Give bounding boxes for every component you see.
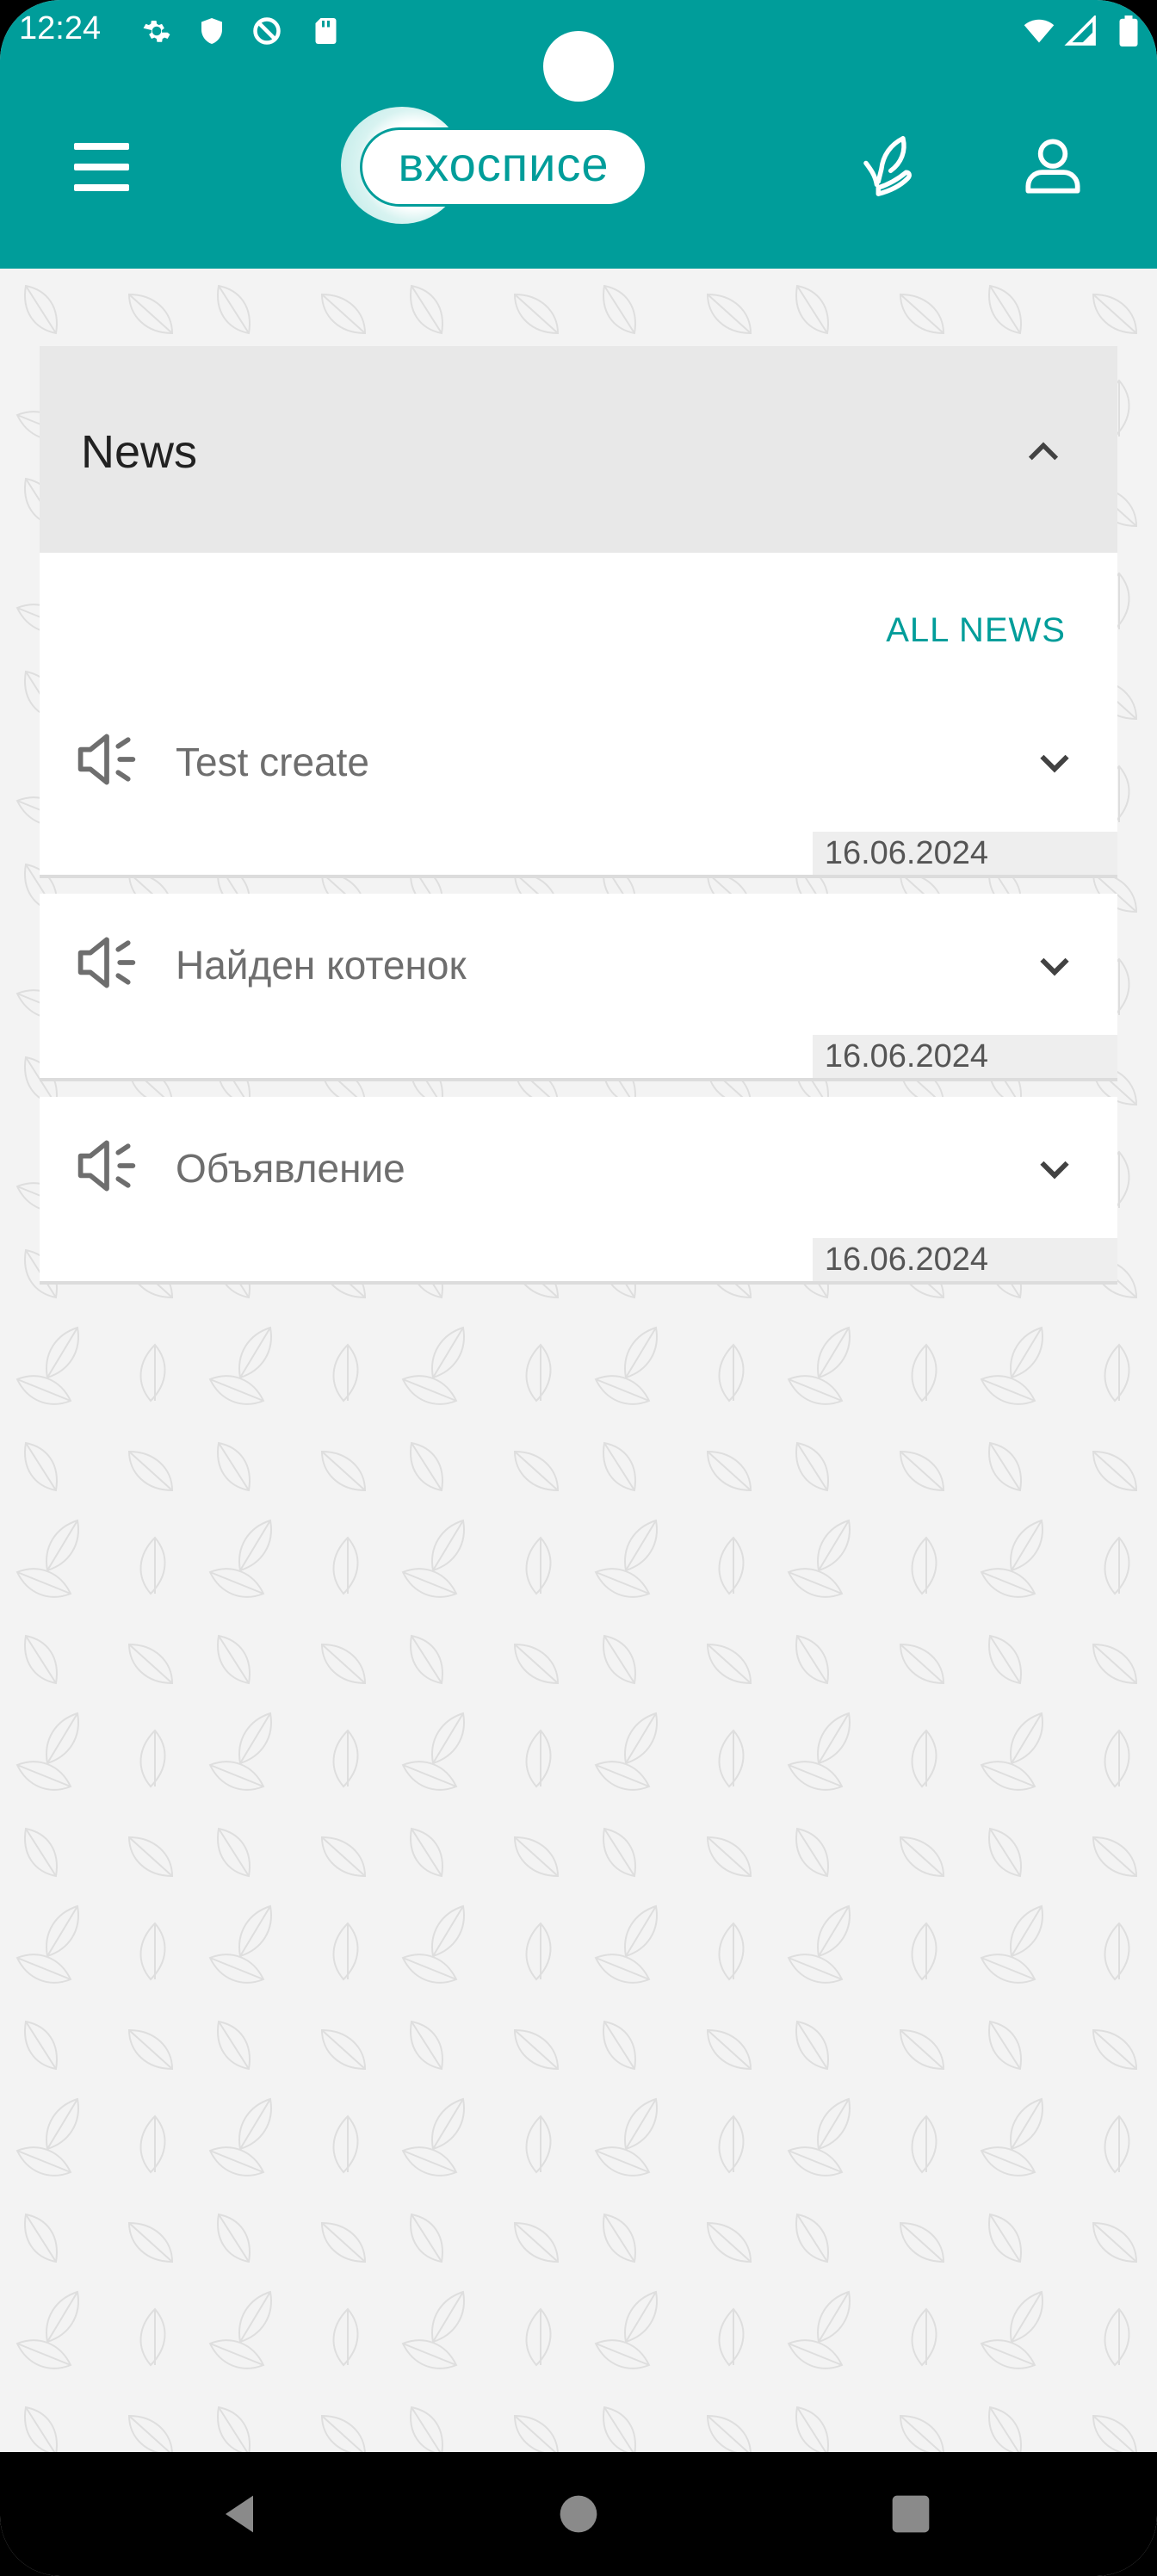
news-item-date: 16.06.2024	[812, 832, 1117, 875]
news-item-date: 16.06.2024	[812, 1035, 1117, 1078]
megaphone-icon	[77, 1140, 136, 1192]
system-navigation-bar	[0, 2452, 1157, 2576]
menu-icon	[74, 143, 129, 150]
phone-screen: 12:24 вхосписе News ALL NEWS Test create…	[0, 0, 1157, 2576]
gear-icon	[143, 21, 170, 42]
news-body: ALL NEWS	[40, 553, 1117, 690]
battery-icon	[1119, 15, 1138, 46]
news-card: News ALL NEWS Test create 16.06.2024 Най…	[40, 346, 1117, 1300]
logo-text: вхосписе	[398, 137, 609, 191]
news-item-title: Объявление	[176, 1146, 405, 1191]
main-content: News ALL NEWS Test create 16.06.2024 Най…	[0, 269, 1157, 2452]
menu-button[interactable]	[69, 136, 138, 196]
user-icon[interactable]	[1016, 129, 1090, 203]
megaphone-icon	[77, 937, 136, 988]
chevron-down-icon[interactable]	[1033, 1147, 1076, 1190]
wifi-icon	[1024, 19, 1055, 43]
back-button[interactable]	[212, 2486, 267, 2542]
news-item-title: Найден котенок	[176, 943, 467, 988]
sd-card-icon	[315, 18, 337, 44]
news-header[interactable]: News	[40, 346, 1117, 553]
leaf-hand-icon[interactable]	[851, 129, 925, 203]
app-logo[interactable]: вхосписе	[341, 103, 651, 226]
news-item[interactable]: Test create 16.06.2024	[40, 690, 1117, 878]
news-section-title: News	[81, 426, 198, 478]
news-item[interactable]: Найден котенок 16.06.2024	[40, 894, 1117, 1081]
news-item-title: Test create	[176, 740, 369, 784]
shield-icon	[201, 18, 222, 44]
recents-button[interactable]	[883, 2486, 938, 2542]
news-item-date: 16.06.2024	[812, 1238, 1117, 1281]
chevron-down-icon[interactable]	[1033, 740, 1076, 783]
app-header: 12:24 вхосписе	[0, 0, 1157, 269]
chevron-up-icon[interactable]	[1021, 430, 1066, 475]
home-button[interactable]	[551, 2486, 606, 2542]
front-camera	[543, 31, 614, 102]
megaphone-icon	[77, 734, 136, 785]
status-time: 12:24	[19, 10, 102, 46]
news-item[interactable]: Объявление 16.06.2024	[40, 1097, 1117, 1285]
all-news-link[interactable]: ALL NEWS	[886, 611, 1066, 650]
do-not-disturb-icon	[253, 17, 281, 45]
chevron-down-icon[interactable]	[1033, 944, 1076, 987]
signal-icon	[1064, 15, 1096, 46]
